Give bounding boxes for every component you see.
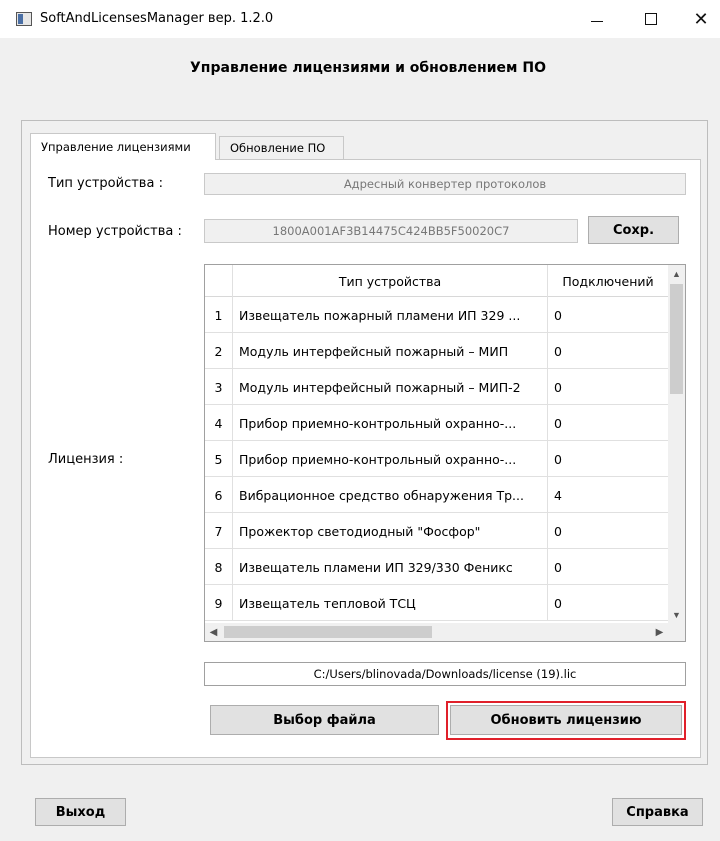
row-number: 8 xyxy=(205,549,233,585)
license-label: Лицензия : xyxy=(48,452,124,467)
row-number: 9 xyxy=(205,585,233,621)
header-connections[interactable]: Подключений xyxy=(548,265,668,297)
header-row-number xyxy=(205,265,233,297)
row-connections: 0 xyxy=(554,451,562,467)
scroll-left-icon[interactable]: ◀ xyxy=(205,623,222,641)
title-bar: SoftAndLicensesManager вер. 1.2.0 ✕ xyxy=(0,0,720,38)
row-number: 2 xyxy=(205,333,233,369)
device-number-label: Номер устройства : xyxy=(48,224,182,239)
table-row[interactable]: 2 Модуль интерфейсный пожарный – МИП 0 xyxy=(205,333,668,369)
table-row[interactable]: 5 Прибор приемно-контрольный охранно-...… xyxy=(205,441,668,477)
device-type-field: Адресный конвертер протоколов xyxy=(204,173,686,195)
exit-button[interactable]: Выход xyxy=(35,798,126,826)
row-device-type: Модуль интерфейсный пожарный – МИП xyxy=(233,333,548,369)
row-device-type: Извещатель пламени ИП 329/330 Феникс xyxy=(233,549,548,585)
row-device-type: Прибор приемно-контрольный охранно-... xyxy=(233,441,548,477)
table-row[interactable]: 3 Модуль интерфейсный пожарный – МИП-2 0 xyxy=(205,369,668,405)
device-type-label: Тип устройства : xyxy=(48,176,163,191)
table-row[interactable]: 6 Вибрационное средство обнаружения Тр..… xyxy=(205,477,668,513)
license-file-path-field: C:/Users/blinovada/Downloads/license (19… xyxy=(204,662,686,686)
horizontal-scrollbar[interactable]: ◀ ▶ xyxy=(205,623,685,641)
row-device-type: Извещатель пожарный пламени ИП 329 ... xyxy=(233,297,548,333)
page-title: Управление лицензиями и обновлением ПО xyxy=(190,60,546,76)
row-device-type: Прибор приемно-контрольный охранно-... xyxy=(233,405,548,441)
choose-file-button[interactable]: Выбор файла xyxy=(210,705,439,735)
tab-software-update[interactable]: Обновление ПО xyxy=(219,136,344,159)
row-connections: 0 xyxy=(554,415,562,431)
update-license-button[interactable]: Обновить лицензию xyxy=(450,705,682,735)
tab-license-management[interactable]: Управление лицензиями xyxy=(30,133,216,160)
maximize-icon xyxy=(645,13,657,25)
window-title: SoftAndLicensesManager вер. 1.2.0 xyxy=(40,11,274,26)
app-window-icon xyxy=(16,12,32,26)
help-button[interactable]: Справка xyxy=(612,798,703,826)
scroll-down-icon[interactable]: ▼ xyxy=(668,606,685,623)
row-connections: 4 xyxy=(554,487,562,503)
row-number: 1 xyxy=(205,297,233,333)
maximize-button[interactable] xyxy=(628,4,674,34)
scroll-up-icon[interactable]: ▲ xyxy=(668,265,685,282)
row-connections: 0 xyxy=(554,595,562,611)
device-number-field: 1800A001AF3B14475C424BB5F50020C7 xyxy=(204,219,578,243)
row-connections: 0 xyxy=(554,307,562,323)
table-header: Тип устройства Подключений xyxy=(205,265,668,297)
row-device-type: Извещатель тепловой ТСЦ xyxy=(233,585,548,621)
table-row[interactable]: 8 Извещатель пламени ИП 329/330 Феникс 0 xyxy=(205,549,668,585)
table-row[interactable]: 1 Извещатель пожарный пламени ИП 329 ...… xyxy=(205,297,668,333)
horizontal-scroll-thumb[interactable] xyxy=(224,626,432,638)
row-connections: 0 xyxy=(554,559,562,575)
minimize-button[interactable] xyxy=(574,4,620,34)
table-body: 1 Извещатель пожарный пламени ИП 329 ...… xyxy=(205,297,668,621)
row-number: 6 xyxy=(205,477,233,513)
row-number: 4 xyxy=(205,405,233,441)
table-row[interactable]: 4 Прибор приемно-контрольный охранно-...… xyxy=(205,405,668,441)
vertical-scrollbar[interactable]: ▲ ▼ xyxy=(668,265,685,623)
row-connections: 0 xyxy=(554,343,562,359)
row-connections: 0 xyxy=(554,379,562,395)
row-number: 5 xyxy=(205,441,233,477)
row-device-type: Модуль интерфейсный пожарный – МИП-2 xyxy=(233,369,548,405)
header-device-type[interactable]: Тип устройства xyxy=(233,265,548,297)
scroll-right-icon[interactable]: ▶ xyxy=(651,623,668,641)
table-row[interactable]: 9 Извещатель тепловой ТСЦ 0 xyxy=(205,585,668,621)
license-table[interactable]: Тип устройства Подключений 1 Извещатель … xyxy=(204,264,686,642)
table-row[interactable]: 7 Прожектор светодиодный "Фосфор" 0 xyxy=(205,513,668,549)
row-device-type: Прожектор светодиодный "Фосфор" xyxy=(233,513,548,549)
save-button[interactable]: Сохр. xyxy=(588,216,679,244)
row-number: 3 xyxy=(205,369,233,405)
close-button[interactable]: ✕ xyxy=(678,4,720,34)
row-connections: 0 xyxy=(554,523,562,539)
row-number: 7 xyxy=(205,513,233,549)
row-device-type: Вибрационное средство обнаружения Тр... xyxy=(233,477,548,513)
minimize-icon xyxy=(591,20,603,22)
vertical-scroll-thumb[interactable] xyxy=(670,284,683,394)
close-icon: ✕ xyxy=(693,8,709,30)
